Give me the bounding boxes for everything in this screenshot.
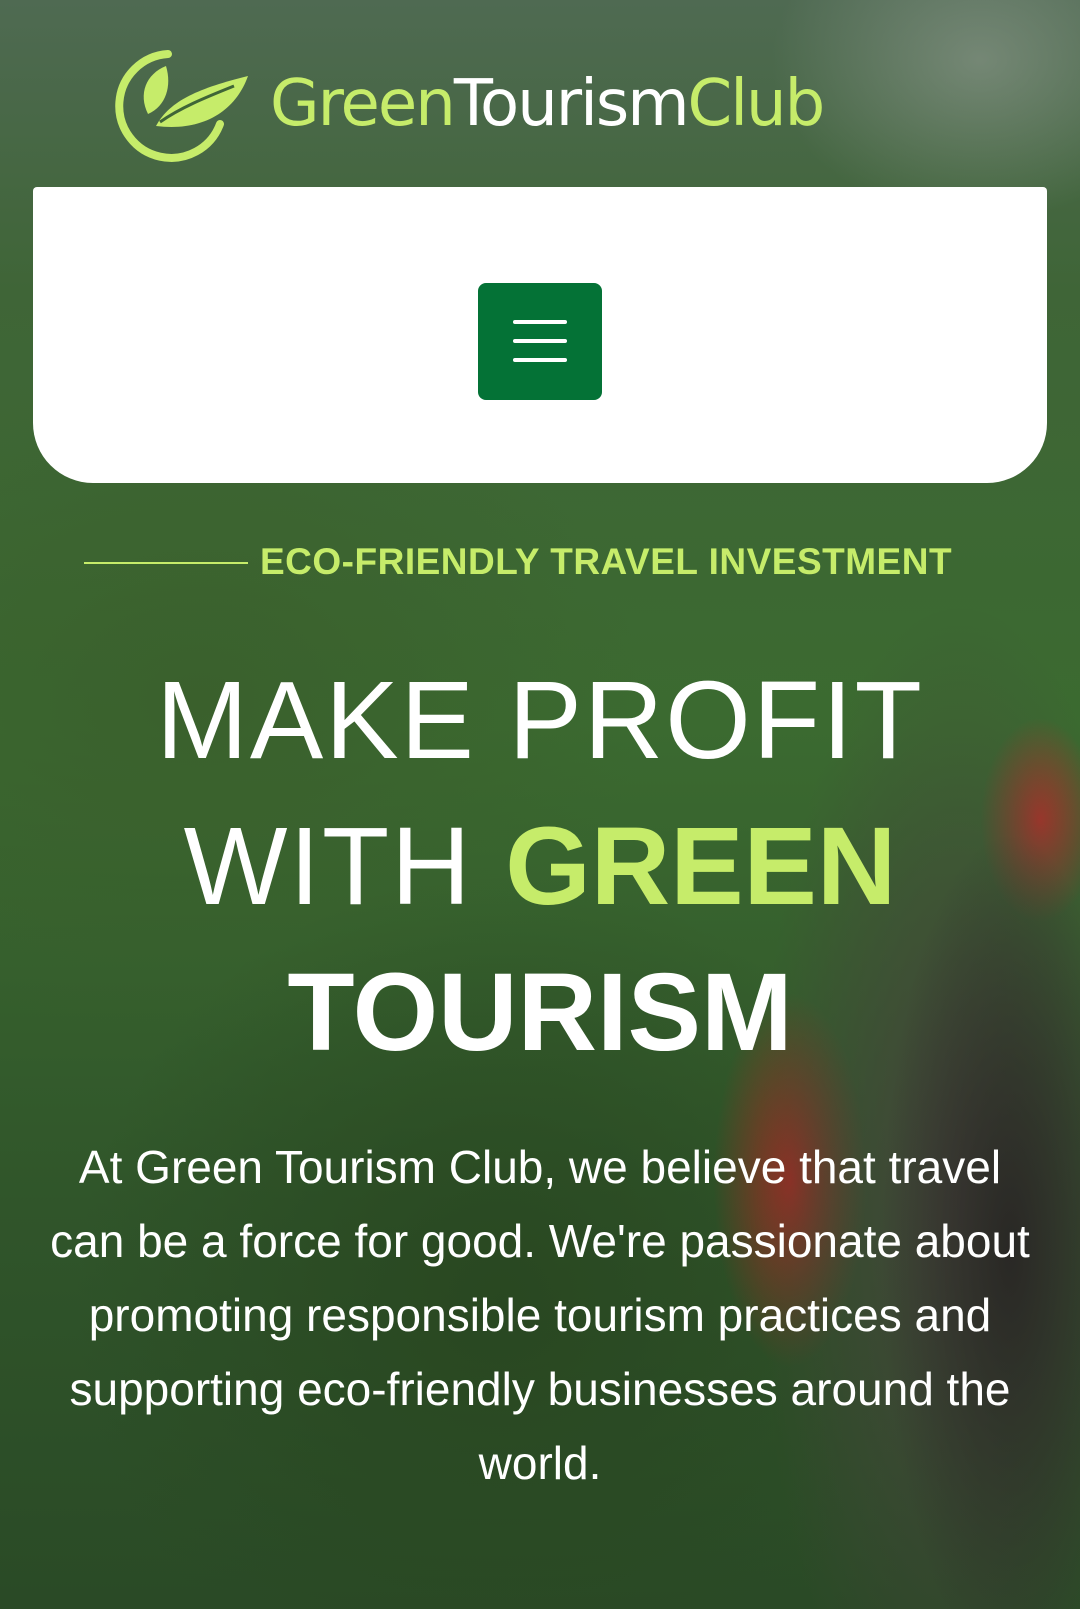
hero-eyebrow: ECO-FRIENDLY TRAVEL INVESTMENT: [84, 538, 1034, 586]
headline-line-2: WITH GREEN: [0, 794, 1080, 940]
logo-wordmark: GreenTourismClub: [270, 64, 826, 144]
leaf-circle-icon: [115, 50, 248, 162]
headline-line-1: MAKE PROFIT: [156, 659, 924, 782]
logo-word-green: Green: [270, 67, 456, 141]
hamburger-menu-icon-bar: [513, 339, 567, 343]
hamburger-menu-icon: [513, 320, 567, 324]
headline-line-3: TOURISM: [287, 951, 793, 1074]
headline-green: GREEN: [505, 805, 897, 928]
hero-description: At Green Tourism Club, we believe that t…: [50, 1141, 1030, 1489]
site-logo[interactable]: GreenTourismClub: [108, 44, 908, 164]
eyebrow-text: ECO-FRIENDLY TRAVEL INVESTMENT: [260, 541, 953, 582]
hamburger-menu-icon-bar: [513, 358, 567, 362]
logo-word-tourism: Tourism: [453, 67, 690, 141]
logo-word-club: Club: [687, 67, 826, 141]
headline-with: WITH: [183, 805, 506, 928]
hero-headline: MAKE PROFIT WITH GREEN TOURISM: [0, 648, 1080, 1086]
menu-toggle-button[interactable]: [478, 283, 602, 400]
navigation-bar: [33, 187, 1047, 483]
eyebrow-divider: [84, 562, 248, 564]
